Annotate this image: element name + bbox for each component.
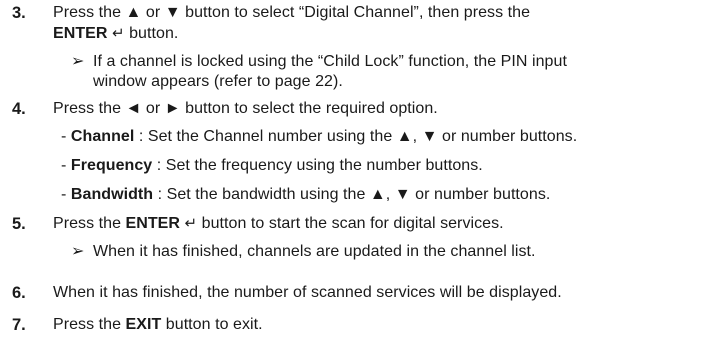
note-marker-icon: ➢ xyxy=(71,53,85,70)
step-number: 7. xyxy=(12,316,26,334)
step-5-note: When it has finished, channels are updat… xyxy=(93,243,536,260)
option-desc: : Set the Channel number using the ▲, ▼ … xyxy=(134,128,578,145)
step-number: 6. xyxy=(12,284,26,302)
step-5-post: button to start the scan for digital ser… xyxy=(197,215,504,232)
option-dash: - xyxy=(61,128,67,145)
step-number: 4. xyxy=(12,100,26,118)
step-3-text-line1: Press the ▲ or ▼ button to select “Digit… xyxy=(53,4,531,21)
option-desc: : Set the frequency using the number but… xyxy=(152,157,483,174)
step-7-post: button to exit. xyxy=(161,316,263,333)
option-label: Bandwidth xyxy=(70,186,154,203)
option-label: Channel xyxy=(70,128,135,145)
step-3-tail: button. xyxy=(124,25,179,42)
manual-page: 3. Press the ▲ or ▼ button to select “Di… xyxy=(0,0,710,362)
step-3-note-line1: If a channel is locked using the “Child … xyxy=(93,53,567,70)
step-7-pre: Press the xyxy=(53,316,126,333)
step-number: 5. xyxy=(12,215,26,233)
step-3-note-line2: window appears (refer to page 22). xyxy=(93,73,343,90)
enter-label: ENTER xyxy=(53,25,108,42)
option-dash: - xyxy=(61,186,67,203)
exit-label: EXIT xyxy=(125,316,162,333)
step-6-text: When it has finished, the number of scan… xyxy=(53,284,562,301)
enter-icon: ↵ xyxy=(184,215,198,232)
step-number: 3. xyxy=(12,4,26,22)
step-7-text: Press the EXIT button to exit. xyxy=(53,315,263,335)
enter-icon: ↵ xyxy=(111,25,125,42)
option-bandwidth: - Bandwidth : Set the bandwidth using th… xyxy=(61,185,550,205)
enter-label: ENTER xyxy=(125,215,181,232)
option-desc: : Set the bandwidth using the ▲, ▼ or nu… xyxy=(153,186,551,203)
option-frequency: - Frequency : Set the frequency using th… xyxy=(61,156,483,176)
option-label: Frequency xyxy=(70,157,153,174)
step-3-text-line2: ENTER ↵ button. xyxy=(53,24,178,44)
step-4-text: Press the ◄ or ► button to select the re… xyxy=(53,100,438,117)
step-5-pre: Press the xyxy=(53,215,126,232)
step-5-text: Press the ENTER ↵ button to start the sc… xyxy=(53,214,504,234)
note-marker-icon: ➢ xyxy=(71,243,85,260)
option-dash: - xyxy=(61,157,67,174)
option-channel: - Channel : Set the Channel number using… xyxy=(61,127,577,147)
